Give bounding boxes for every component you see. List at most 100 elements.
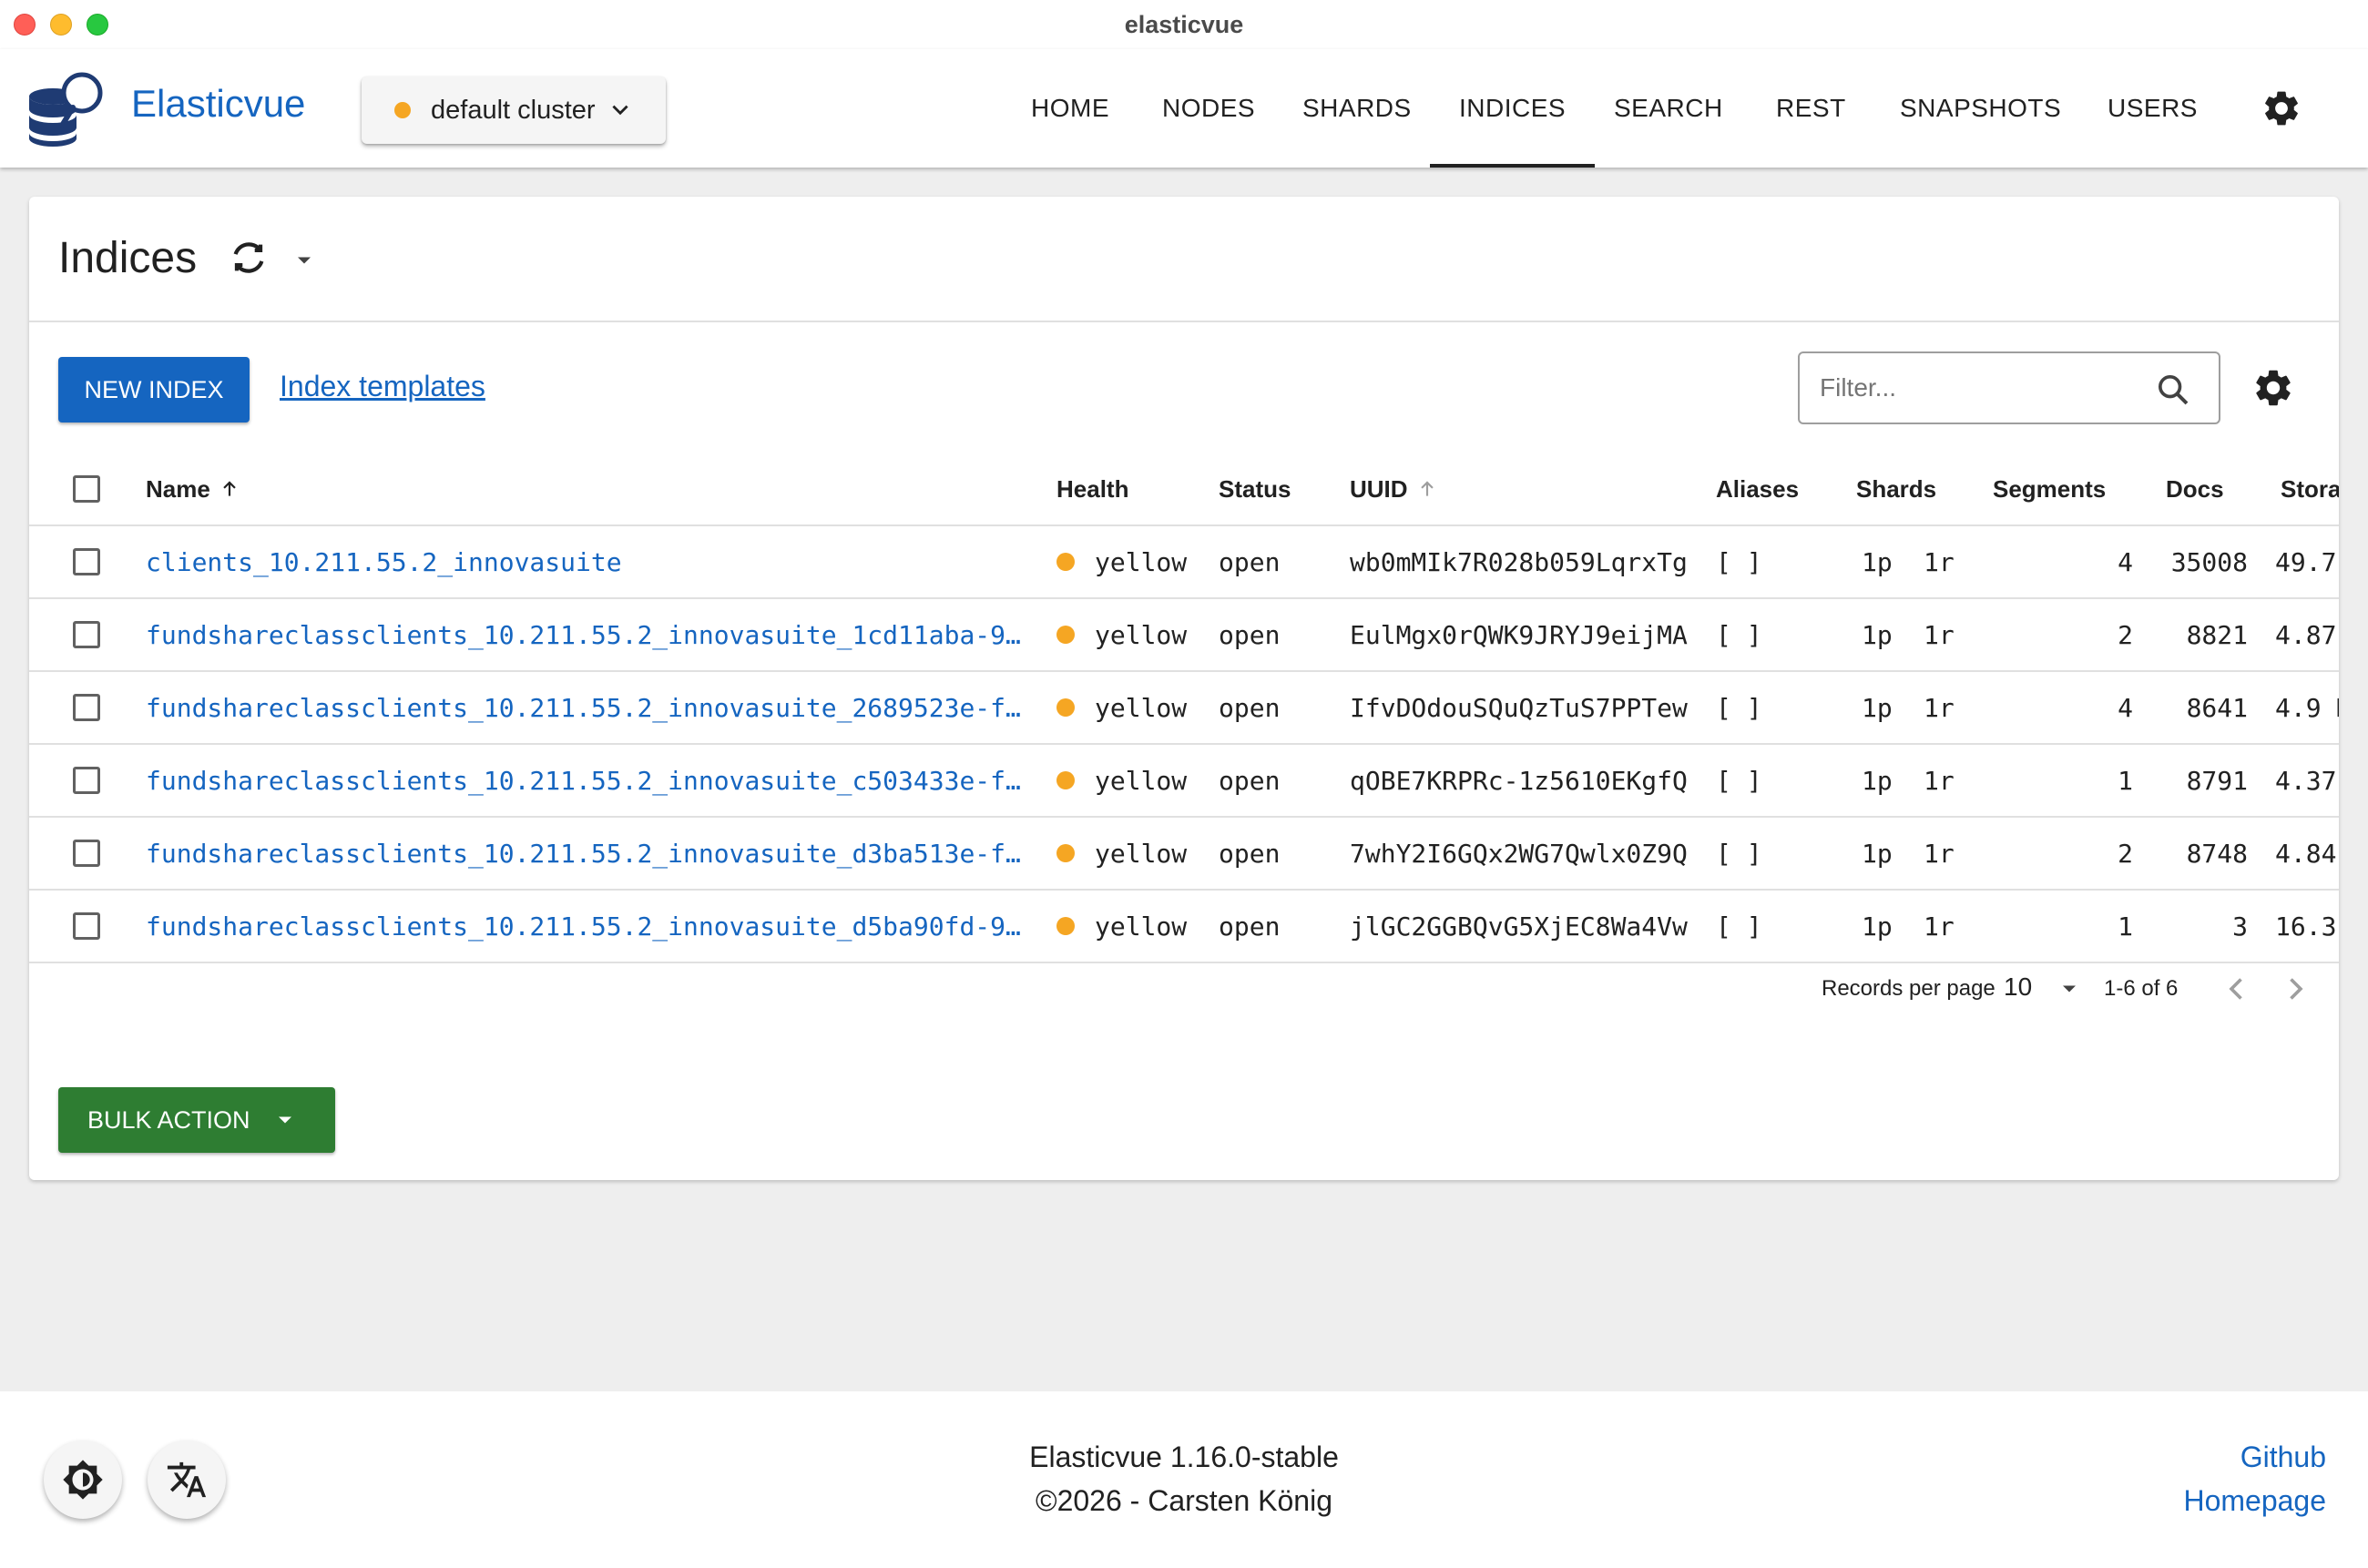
github-link[interactable]: Github — [2240, 1441, 2326, 1474]
index-name-link-text: fundshareclassclients_10.211.55.2_innova… — [146, 619, 1021, 650]
index-docs: 35008 — [2142, 526, 2248, 597]
index-segments-text: 4 — [2118, 546, 2133, 577]
index-name-link-text: clients_10.211.55.2_innovasuite — [146, 546, 622, 577]
index-replica-shards: 1r — [1924, 526, 1978, 597]
nav-indices[interactable]: INDICES — [1430, 49, 1596, 168]
nav-shards[interactable]: SHARDS — [1302, 49, 1412, 168]
window-title: elasticvue — [1124, 11, 1244, 38]
column-header-segments[interactable]: Segments — [1993, 452, 2106, 526]
index-health: yellow — [1056, 526, 1211, 597]
index-aliases: [ ] — [1716, 526, 1798, 597]
column-header-name[interactable]: Name — [146, 452, 241, 526]
row-checkbox[interactable] — [73, 548, 100, 575]
indices-table: Name Health Status UUID Aliases Shards S… — [29, 452, 2339, 963]
column-header-uuid[interactable]: UUID — [1350, 452, 1439, 526]
bulk-action-button[interactable]: BULK ACTION — [58, 1087, 335, 1153]
index-name-link[interactable]: fundshareclassclients_10.211.55.2_innova… — [146, 891, 1038, 962]
index-storage-text: 4.87 MB — [2275, 619, 2339, 650]
index-aliases: [ ] — [1716, 818, 1798, 889]
index-replica-shards-text: 1r — [1924, 546, 1955, 577]
chevron-right-icon[interactable] — [2279, 972, 2312, 1005]
table-row[interactable]: clients_10.211.55.2_innovasuite yellow ope… — [29, 526, 2339, 599]
index-replica-shards: 1r — [1924, 599, 1978, 670]
index-templates-link[interactable]: Index templates — [280, 370, 485, 403]
index-replica-shards-text: 1r — [1924, 838, 1955, 869]
refresh-options-caret-icon[interactable] — [291, 248, 317, 273]
refresh-icon[interactable] — [228, 237, 270, 279]
nav-rest[interactable]: REST — [1776, 49, 1846, 168]
index-segments-text: 4 — [2118, 692, 2133, 723]
index-status-text: open — [1219, 619, 1281, 650]
table-row[interactable]: fundshareclassclients_10.211.55.2_innova… — [29, 672, 2339, 745]
nav-snapshots[interactable]: SNAPSHOTS — [1900, 49, 2061, 168]
records-per-page-select[interactable]: 10 — [2004, 972, 2032, 1002]
index-primary-shards: 1p — [1862, 526, 1916, 597]
column-header-status[interactable]: Status — [1219, 452, 1291, 526]
index-primary-shards: 1p — [1862, 818, 1916, 889]
table-row[interactable]: fundshareclassclients_10.211.55.2_innova… — [29, 891, 2339, 963]
new-index-button[interactable]: NEW INDEX — [58, 357, 250, 423]
brand-name[interactable]: Elasticvue — [131, 82, 305, 126]
health-status-dot — [1056, 917, 1075, 935]
index-aliases-text: [ ] — [1716, 765, 1762, 796]
index-name-link-text: fundshareclassclients_10.211.55.2_innova… — [146, 692, 1021, 723]
table-row[interactable]: fundshareclassclients_10.211.55.2_innova… — [29, 818, 2339, 891]
index-health: yellow — [1056, 672, 1211, 743]
column-header-docs[interactable]: Docs — [2166, 452, 2224, 526]
column-header-aliases[interactable]: Aliases — [1716, 452, 1799, 526]
index-storage: 16.3 kB — [2275, 891, 2339, 962]
index-name-link[interactable]: fundshareclassclients_10.211.55.2_innova… — [146, 599, 1038, 670]
index-name-link[interactable]: fundshareclassclients_10.211.55.2_innova… — [146, 745, 1038, 816]
bulk-action-label: BULK ACTION — [87, 1105, 250, 1134]
nav-nodes[interactable]: NODES — [1162, 49, 1255, 168]
index-uuid: 7whY2I6GQx2WG7Qwlx0Z9Q — [1350, 818, 1714, 889]
nav-search[interactable]: SEARCH — [1614, 49, 1723, 168]
index-name-link[interactable]: fundshareclassclients_10.211.55.2_innova… — [146, 818, 1038, 889]
row-checkbox[interactable] — [73, 840, 100, 867]
index-primary-shards-text: 1p — [1862, 692, 1893, 723]
index-uuid-text: EulMgx0rQWK9JRYJ9eijMA — [1350, 619, 1688, 650]
column-header-shards[interactable]: Shards — [1856, 452, 1936, 526]
filter-input[interactable] — [1820, 366, 2148, 410]
index-health: yellow — [1056, 599, 1211, 670]
row-checkbox[interactable] — [73, 694, 100, 721]
table-row[interactable]: fundshareclassclients_10.211.55.2_innova… — [29, 745, 2339, 818]
nav-home[interactable]: HOME — [1031, 49, 1109, 168]
index-replica-shards-text: 1r — [1924, 911, 1955, 942]
app-bar: Elasticvue default cluster HOME NODES SH… — [0, 49, 2368, 168]
elasticvue-logo-icon[interactable] — [26, 69, 107, 151]
index-uuid-text: jlGC2GGBQvG5XjEC8Wa4Vw — [1350, 911, 1688, 942]
row-checkbox[interactable] — [73, 767, 100, 794]
health-status-dot — [1056, 698, 1075, 717]
column-header-storage[interactable]: Storage — [2281, 452, 2339, 526]
table-settings-gear-icon[interactable] — [2251, 366, 2295, 410]
index-storage: 49.7 MB — [2275, 526, 2339, 597]
index-status: open — [1219, 672, 1337, 743]
health-status-dot — [1056, 626, 1075, 644]
row-checkbox[interactable] — [73, 912, 100, 940]
column-header-health[interactable]: Health — [1056, 452, 1128, 526]
nav-users[interactable]: USERS — [2108, 49, 2198, 168]
row-checkbox[interactable] — [73, 621, 100, 648]
indices-card: Indices NEW INDEX Index templates Name H… — [29, 197, 2339, 1180]
index-segments-text: 1 — [2118, 911, 2133, 942]
index-health-text: yellow — [1095, 692, 1188, 723]
chevron-left-icon[interactable] — [2220, 972, 2253, 1005]
records-per-page-caret-icon[interactable] — [2057, 976, 2082, 1002]
index-segments-text: 1 — [2118, 765, 2133, 796]
gear-icon[interactable] — [2261, 87, 2302, 129]
index-docs: 8641 — [2142, 672, 2248, 743]
cluster-selector-button[interactable]: default cluster — [362, 76, 666, 144]
index-aliases: [ ] — [1716, 745, 1798, 816]
select-all-checkbox[interactable] — [73, 475, 100, 503]
index-storage: 4.9 MB — [2275, 672, 2339, 743]
index-name-link[interactable]: fundshareclassclients_10.211.55.2_innova… — [146, 672, 1038, 743]
index-aliases: [ ] — [1716, 672, 1798, 743]
homepage-link[interactable]: Homepage — [2183, 1484, 2326, 1518]
index-name-link[interactable]: clients_10.211.55.2_innovasuite — [146, 526, 1038, 597]
filter-field[interactable] — [1798, 351, 2220, 424]
chevron-down-icon — [611, 105, 628, 116]
table-row[interactable]: fundshareclassclients_10.211.55.2_innova… — [29, 599, 2339, 672]
footer-copyright: ©2026 - Carsten König — [1036, 1484, 1332, 1517]
index-primary-shards: 1p — [1862, 745, 1916, 816]
